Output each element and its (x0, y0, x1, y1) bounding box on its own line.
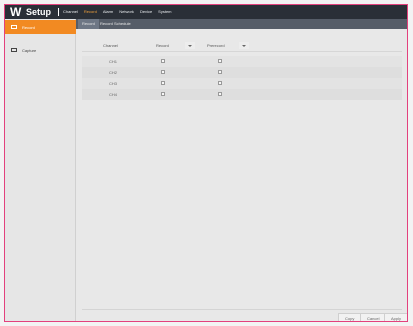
nav-record[interactable]: Record (84, 8, 97, 15)
record-checkbox[interactable] (161, 92, 165, 96)
column-header-record: Record (156, 43, 169, 48)
table-row: CH2 (82, 67, 402, 78)
tab-record-schedule[interactable]: Record Schedule (96, 19, 135, 29)
sidebar: Record Capture (5, 19, 76, 321)
record-dropdown[interactable] (185, 42, 195, 49)
prerecord-checkbox[interactable] (218, 81, 222, 85)
table-header: Channel Record Prerecord (82, 41, 402, 52)
prerecord-checkbox[interactable] (218, 70, 222, 74)
apply-button[interactable]: Apply (384, 313, 407, 321)
sidebar-item-record[interactable]: Record (5, 20, 76, 34)
sidebar-item-label: Capture (22, 47, 37, 53)
channel-label: CH4 (109, 92, 118, 97)
nav-channel[interactable]: Channel (63, 8, 78, 15)
topbar-divider (58, 8, 59, 16)
footer-divider (82, 309, 402, 310)
record-checkbox[interactable] (161, 59, 165, 63)
capture-icon (11, 48, 17, 52)
nav-alarm[interactable]: Alarm (103, 8, 113, 15)
top-bar: W Setup Channel Record Alarm Network Dev… (5, 5, 407, 19)
nav-device[interactable]: Device (140, 8, 152, 15)
app-window: W Setup Channel Record Alarm Network Dev… (4, 4, 408, 322)
tab-bar: Record Record Schedule (76, 19, 407, 29)
channel-label: CH2 (109, 70, 118, 75)
column-header-prerecord: Prerecord (207, 43, 225, 48)
app-title: Setup (26, 7, 52, 17)
table-row: CH3 (82, 78, 402, 89)
brand-logo: W (10, 5, 21, 19)
nav-network[interactable]: Network (119, 8, 134, 15)
sidebar-item-label: Record (22, 24, 35, 30)
prerecord-checkbox[interactable] (218, 92, 222, 96)
copy-button[interactable]: Copy (338, 313, 362, 321)
sidebar-item-capture[interactable]: Capture (5, 43, 76, 57)
nav-system[interactable]: System (158, 8, 171, 15)
record-checkbox[interactable] (161, 70, 165, 74)
top-navigation: Channel Record Alarm Network Device Syst… (63, 8, 172, 15)
channel-label: CH1 (109, 59, 118, 64)
table-row: CH1 (82, 56, 402, 67)
record-icon (11, 25, 17, 29)
channel-label: CH3 (109, 81, 118, 86)
cancel-button[interactable]: Cancel (360, 313, 387, 321)
main-content: Record Record Schedule Channel Record Pr… (76, 19, 407, 321)
column-header-channel: Channel (103, 43, 118, 48)
table-row: CH4 (82, 89, 402, 100)
prerecord-dropdown[interactable] (239, 42, 249, 49)
prerecord-checkbox[interactable] (218, 59, 222, 63)
record-checkbox[interactable] (161, 81, 165, 85)
